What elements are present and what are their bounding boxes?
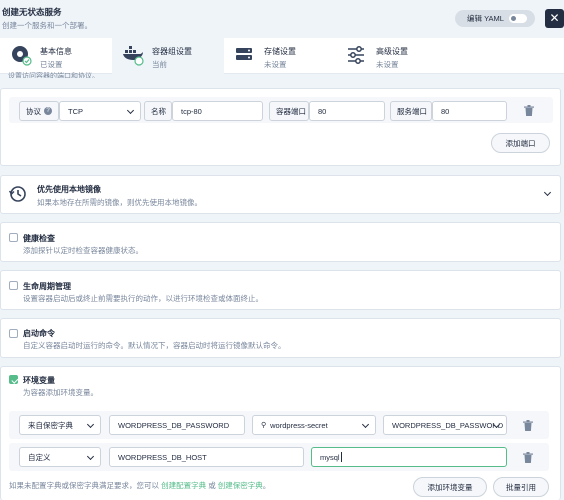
health-check-checkbox[interactable] bbox=[9, 233, 18, 242]
env-title: 环境变量 bbox=[23, 376, 55, 385]
toggle-switch[interactable] bbox=[509, 14, 527, 23]
container-port-input[interactable]: 80 bbox=[309, 101, 385, 121]
key-icon: ⚲ bbox=[261, 422, 267, 429]
step-label: 容器组设置 bbox=[152, 47, 192, 56]
chevron-down-icon bbox=[86, 420, 95, 429]
chevron-down-icon bbox=[126, 106, 135, 115]
local-image-title: 优先使用本地镜像 bbox=[37, 185, 101, 194]
edit-yaml-toggle[interactable]: 编辑 YAML bbox=[455, 10, 535, 27]
close-button[interactable]: ✕ bbox=[545, 9, 564, 28]
footer-or: 或 bbox=[208, 481, 216, 490]
secret-select[interactable]: ⚲ wordpress-secret bbox=[252, 415, 376, 435]
lifecycle-card: 生命周期管理 设置容器启动后或终止前需要执行的动作，以进行环境检查或体面终止。 bbox=[0, 270, 561, 310]
protocol-select[interactable]: TCP bbox=[59, 101, 141, 121]
step-storage-settings[interactable]: 存储设置 未设置 bbox=[224, 38, 336, 74]
name-label: 名称 bbox=[144, 101, 172, 121]
trash-icon[interactable] bbox=[524, 105, 534, 116]
edit-yaml-label: 编辑 YAML bbox=[467, 14, 504, 23]
env-type-select[interactable]: 自定义 bbox=[19, 447, 101, 467]
protocol-label: 协议? bbox=[19, 101, 59, 121]
step-label: 存储设置 bbox=[264, 47, 296, 56]
step-status: 未设置 bbox=[264, 60, 287, 69]
env-checkbox[interactable] bbox=[9, 375, 18, 384]
step-status: 已设置 bbox=[40, 60, 63, 69]
service-port-label: 服务端口 bbox=[390, 101, 432, 121]
footer-text: 如果未配置字典或保密字典满足要求，您可以 bbox=[9, 481, 159, 490]
env-type-value: 自定义 bbox=[28, 452, 51, 462]
env-type-select[interactable]: 来自保密字典 bbox=[19, 415, 101, 435]
step-basic-info[interactable]: 基本信息 已设置 bbox=[0, 38, 112, 74]
step-status: 当前 bbox=[152, 60, 167, 69]
create-configmap-link[interactable]: 创建配置字典 bbox=[161, 481, 206, 490]
secret-key-select[interactable]: WORDPRESS_DB_PASSWORD bbox=[383, 415, 507, 435]
step-container-settings[interactable]: 容器组设置 当前 bbox=[112, 38, 224, 74]
env-card: 环境变量 为容器添加环境变量。 来自保密字典 WORDPRESS_DB_PASS… bbox=[0, 366, 561, 500]
sliders-icon bbox=[348, 46, 364, 64]
local-image-desc: 如果本地存在所需的镜像，则优先使用本地镜像。 bbox=[37, 198, 202, 207]
container-port-label: 容器端口 bbox=[269, 101, 309, 121]
history-icon bbox=[9, 186, 26, 202]
text-cursor bbox=[340, 452, 342, 462]
add-port-button[interactable]: 添加端口 bbox=[491, 133, 550, 153]
start-command-checkbox[interactable] bbox=[9, 329, 18, 338]
env-value-text: mysql bbox=[320, 452, 340, 462]
step-label: 高级设置 bbox=[376, 47, 408, 56]
chevron-down-icon bbox=[361, 420, 370, 429]
port-settings-desc: 设置访问容器的端口和协议。 bbox=[8, 73, 99, 78]
trash-icon[interactable] bbox=[523, 452, 533, 463]
env-desc: 为容器添加环境变量。 bbox=[23, 388, 98, 397]
disc-icon bbox=[12, 46, 32, 66]
env-value-input[interactable]: mysql bbox=[311, 447, 507, 467]
start-command-desc: 自定义容器启动时运行的命令。默认情况下，容器启动时将运行镜像默认命令。 bbox=[23, 341, 286, 350]
step-label: 基本信息 bbox=[40, 47, 72, 56]
env-footer-text: 如果未配置字典或保密字典满足要求，您可以 创建配置字典 或 创建保密字典。 bbox=[9, 480, 270, 491]
lifecycle-desc: 设置容器启动后或终止前需要执行的动作，以进行环境检查或体面终止。 bbox=[23, 294, 263, 303]
start-command-card: 启动命令 自定义容器启动时运行的命令。默认情况下，容器启动时将运行镜像默认命令。 bbox=[0, 318, 561, 358]
port-name-input[interactable]: tcp-80 bbox=[172, 101, 263, 121]
add-env-button[interactable]: 添加环境变量 bbox=[413, 477, 487, 497]
local-image-card[interactable]: 优先使用本地镜像 如果本地存在所需的镜像，则优先使用本地镜像。 bbox=[0, 175, 561, 214]
step-advanced-settings[interactable]: 高级设置 未设置 bbox=[336, 38, 448, 74]
step-status: 未设置 bbox=[376, 60, 399, 69]
health-check-card: 健康检查 添加探针以定时检查容器健康状态。 bbox=[0, 222, 561, 262]
lifecycle-title: 生命周期管理 bbox=[23, 282, 71, 291]
protocol-value: TCP bbox=[68, 106, 83, 116]
storage-icon bbox=[236, 48, 252, 60]
dialog-header: 创建无状态服务 创建一个服务和一个部署。 编辑 YAML ✕ bbox=[0, 0, 564, 38]
dialog-subtitle: 创建一个服务和一个部署。 bbox=[2, 21, 92, 30]
docker-icon bbox=[123, 46, 144, 66]
env-key-input[interactable]: WORDPRESS_DB_PASSWORD bbox=[109, 415, 245, 435]
env-key-input[interactable]: WORDPRESS_DB_HOST bbox=[109, 447, 304, 467]
create-secret-link[interactable]: 创建保密字典 bbox=[218, 481, 263, 490]
trash-icon[interactable] bbox=[523, 420, 533, 431]
health-check-desc: 添加探针以定时检查容器健康状态。 bbox=[23, 246, 143, 255]
service-port-input[interactable]: 80 bbox=[432, 101, 507, 121]
batch-reference-button[interactable]: 批量引用 bbox=[493, 477, 549, 497]
secret-key-value: WORDPRESS_DB_PASSWORD bbox=[392, 420, 504, 430]
env-type-value: 来自保密字典 bbox=[28, 420, 73, 430]
start-command-title: 启动命令 bbox=[23, 329, 55, 338]
chevron-down-icon[interactable] bbox=[543, 188, 552, 197]
protocol-label-text: 协议 bbox=[26, 106, 41, 116]
secret-value: wordpress-secret bbox=[270, 420, 328, 430]
health-check-title: 健康检查 bbox=[23, 234, 55, 243]
help-icon[interactable]: ? bbox=[44, 107, 52, 115]
ports-card: 协议? TCP 名称 tcp-80 容器端口 80 服务端口 80 添加端口 bbox=[0, 88, 561, 166]
chevron-down-icon bbox=[86, 452, 95, 461]
footer-end: 。 bbox=[262, 481, 271, 490]
dialog-title: 创建无状态服务 bbox=[2, 7, 62, 17]
lifecycle-checkbox[interactable] bbox=[9, 281, 18, 290]
wizard-steps: 基本信息 已设置 容器组设置 当前 存储设置 未设置 高级设置 未设置 bbox=[0, 38, 564, 74]
